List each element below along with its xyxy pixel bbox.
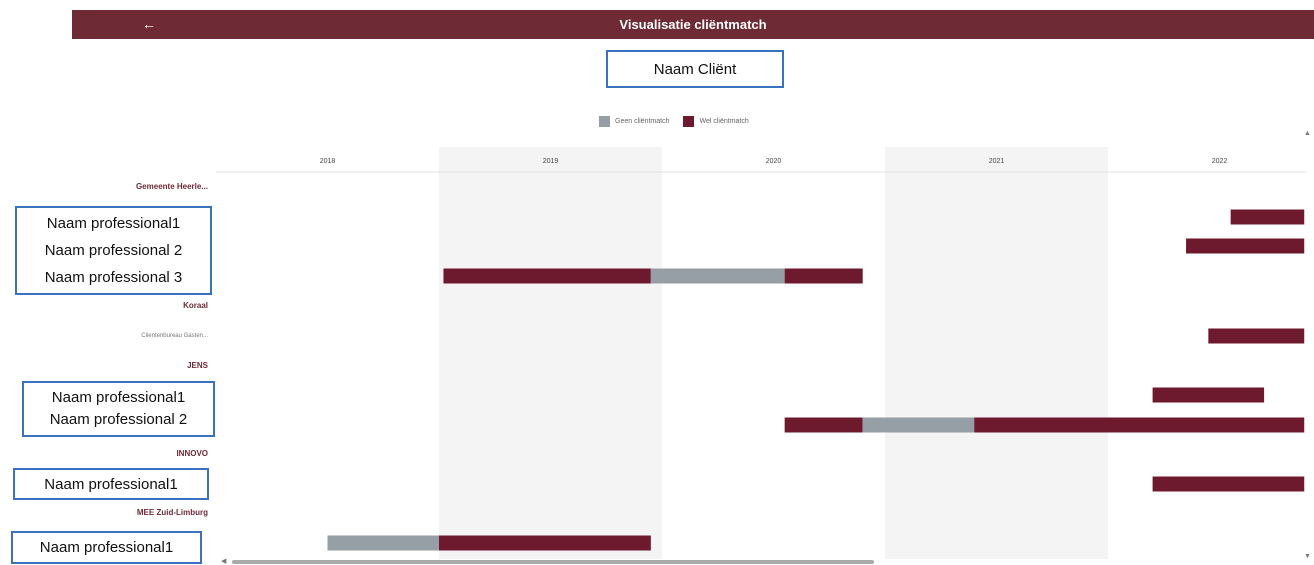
org-label-innovo: INNOVO: [176, 449, 208, 458]
org-label-jens: JENS: [187, 361, 208, 370]
professional-box-1: Naam professional1 Naam professional 2 N…: [15, 206, 212, 295]
timeline-bar-geen[interactable]: [862, 417, 975, 433]
timeline-bar-wel[interactable]: [1230, 209, 1305, 225]
professional-name: Naam professional1: [46, 215, 181, 232]
professional-name: Naam professional 2: [49, 411, 188, 428]
x-tick-label: 2022: [1212, 158, 1228, 165]
client-name: Naam Cliënt: [653, 60, 737, 78]
org-label-gemeente: Gemeente Heerle...: [135, 182, 208, 191]
timeline-bar-wel[interactable]: [784, 268, 863, 284]
professional-box-3: Naam professional1: [13, 468, 209, 500]
legend-swatch-wel: [683, 115, 695, 127]
professional-name: Naam professional 3: [44, 269, 183, 286]
year-band: [439, 147, 662, 559]
legend-swatch-geen: [599, 115, 610, 127]
org-label-koraal: Koraal: [183, 301, 208, 310]
x-tick-label: 2020: [766, 158, 782, 165]
timeline-chart: 2018 2019 2020 2021 2022: [216, 147, 1306, 559]
legend-label-geen: Geen cliëntmatch: [615, 117, 670, 125]
sub-label-clientenbureau: Clientenbureau Gasten...: [141, 333, 208, 339]
timeline-bar-wel[interactable]: [784, 417, 863, 433]
timeline-bar-wel[interactable]: [1208, 328, 1305, 344]
legend-item-wel[interactable]: Wel cliëntmatch: [683, 115, 749, 127]
scroll-down-icon[interactable]: ▼: [1304, 553, 1311, 560]
scroll-up-icon[interactable]: ▲: [1304, 130, 1311, 137]
client-name-box: Naam Cliënt: [606, 50, 784, 88]
professional-name: Naam professional1: [51, 389, 186, 406]
header-bar: ← Visualisatie cliëntmatch: [72, 10, 1314, 39]
timeline-bar-wel[interactable]: [1186, 238, 1305, 254]
x-tick-label: 2018: [320, 158, 336, 165]
x-tick-label: 2019: [543, 158, 559, 165]
timeline-bar-wel[interactable]: [443, 268, 651, 284]
page-title: Visualisatie cliëntmatch: [619, 17, 767, 32]
x-tick-label: 2021: [989, 158, 1005, 165]
timeline-bar-geen[interactable]: [327, 535, 440, 551]
legend-label-wel: Wel cliëntmatch: [699, 117, 749, 125]
timeline-bar-wel[interactable]: [974, 417, 1305, 433]
horizontal-scrollbar[interactable]: [232, 560, 874, 564]
timeline-bar-wel[interactable]: [1152, 476, 1305, 492]
timeline-bar-geen[interactable]: [650, 268, 785, 284]
professional-name: Naam professional1: [39, 539, 174, 556]
professional-name: Naam professional 2: [44, 242, 183, 259]
chart-legend: Geen cliëntmatch Wel cliëntmatch: [599, 114, 763, 128]
professional-name: Naam professional1: [44, 475, 178, 493]
timeline-bar-wel[interactable]: [1152, 387, 1265, 403]
timeline-bar-wel[interactable]: [439, 535, 651, 551]
professional-box-4: Naam professional1: [11, 531, 202, 564]
org-label-mee: MEE Zuid-Limburg: [136, 508, 208, 517]
professional-box-2: Naam professional1 Naam professional 2: [22, 381, 215, 437]
legend-item-geen[interactable]: Geen cliëntmatch: [599, 115, 670, 127]
year-band: [885, 147, 1108, 559]
